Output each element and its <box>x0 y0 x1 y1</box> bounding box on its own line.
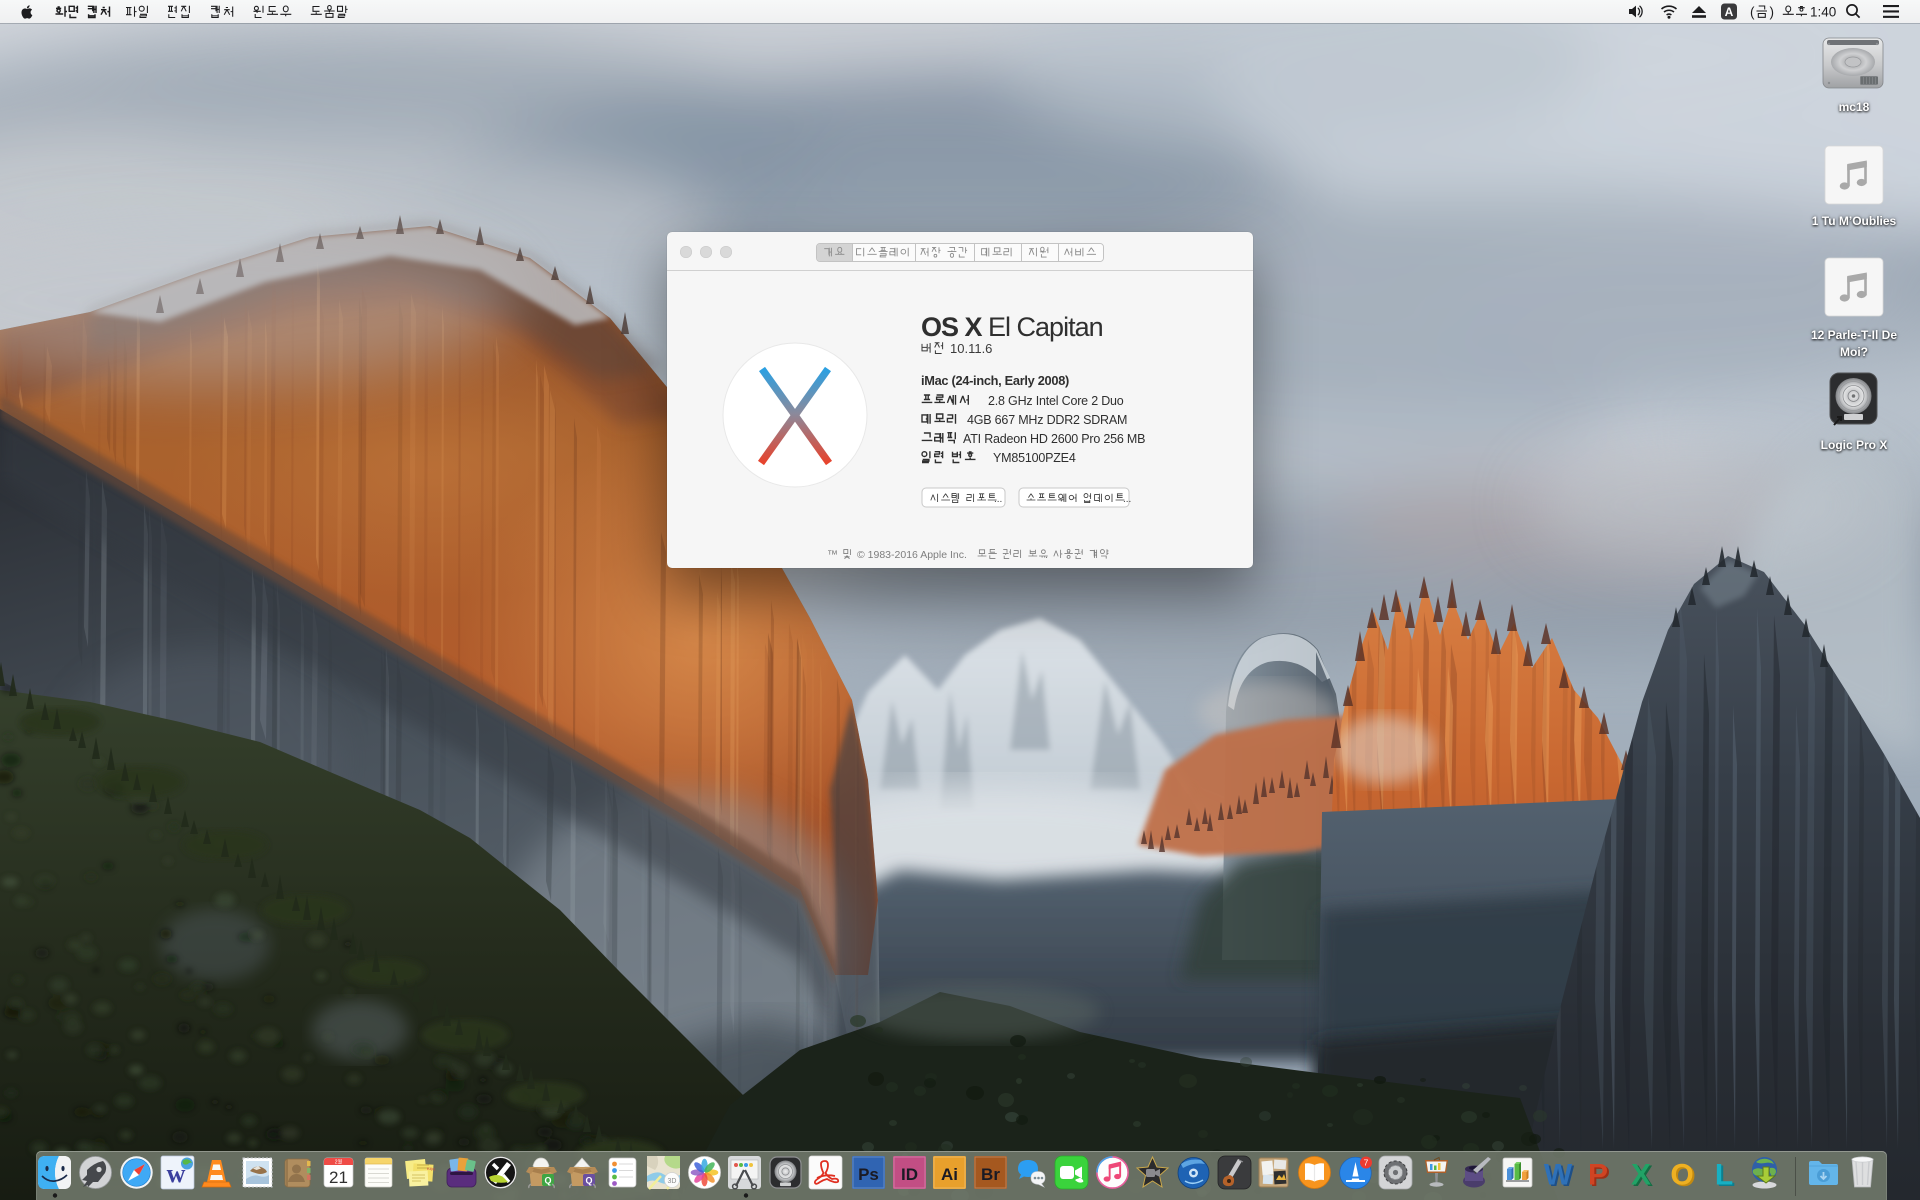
svg-text:W: W <box>1544 1159 1573 1192</box>
svg-text:3D: 3D <box>668 1178 677 1185</box>
svg-text:Q: Q <box>544 1176 551 1186</box>
svg-text:Ai: Ai <box>941 1165 958 1184</box>
svg-text:Br: Br <box>981 1165 1000 1184</box>
svg-text:21: 21 <box>329 1168 348 1187</box>
svg-text:7: 7 <box>1364 1157 1369 1167</box>
svg-text:L: L <box>1715 1159 1733 1192</box>
svg-text:O: O <box>1670 1159 1693 1192</box>
svg-text:X: X <box>1631 1159 1651 1192</box>
svg-text:2월: 2월 <box>335 1159 343 1166</box>
svg-text:Ps: Ps <box>858 1165 879 1184</box>
svg-text:ID: ID <box>901 1165 918 1184</box>
svg-text:Kiljq: Kiljq <box>427 1166 435 1171</box>
svg-text:Q: Q <box>585 1176 592 1186</box>
svg-text:P: P <box>1588 1159 1608 1192</box>
